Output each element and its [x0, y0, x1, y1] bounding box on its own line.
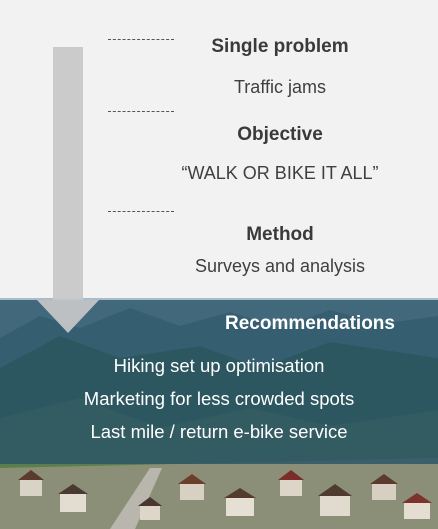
step-body-problem: Traffic jams: [233, 77, 326, 97]
recommendations-title: Recommendations: [225, 313, 395, 334]
recommendation-item: Marketing for less crowded spots: [83, 388, 355, 409]
step-body-objective: “WALK OR BIKE IT ALL”: [181, 163, 379, 183]
step-heading-objective: Objective: [237, 124, 323, 145]
step-divider: [108, 211, 174, 212]
step-divider: [108, 111, 174, 112]
step-heading-method: Method: [246, 224, 314, 245]
recommendation-item: Hiking set up optimisation: [113, 355, 325, 376]
step-body-method: Surveys and analysis: [194, 256, 366, 276]
step-heading-problem: Single problem: [211, 36, 349, 57]
recommendation-item: Last mile / return e-bike service: [90, 421, 348, 442]
